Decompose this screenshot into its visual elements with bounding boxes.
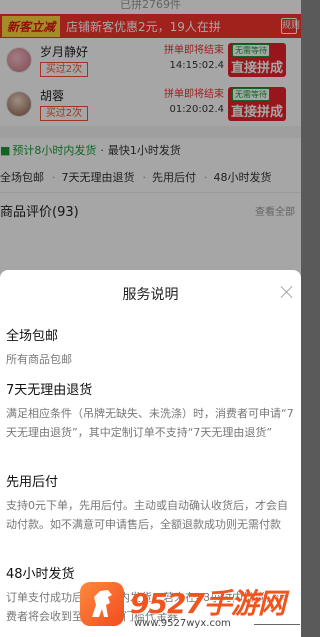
watermark-url: www.9527wyx.com [134,618,231,629]
service-item: 全场包邮 所有商品包邮 [6,328,295,369]
service-item: 7天无理由退货 满足相应条件（吊牌无缺失、未洗涤）时，消费者可申请“7天无理由退… [6,382,295,442]
service-title: 7天无理由退货 [6,383,93,398]
modal-overlay[interactable] [0,0,301,280]
service-title: 全场包邮 [6,329,59,344]
horse-logo-icon [80,582,124,626]
watermark-brand: 9527手游网 [130,587,286,620]
service-item: 先用后付 支持0元下单，先用后付。主动或自动确认收货后，才会自动付款。如不满意可… [6,474,295,534]
close-icon[interactable] [279,284,295,300]
sheet-title: 服务说明 [122,287,179,303]
service-description: 所有商品包邮 [6,353,72,366]
site-watermark: 9527手游网 www.9527wyx.com [80,580,301,637]
divider [254,624,300,625]
service-description: 满足相应条件（吊牌无缺失、未洗涤）时，消费者可申请“7天无理由退货”，其中定制订… [6,407,294,439]
service-description: 支持0元下单，先用后付。主动或自动确认收货后，才会自动付款。如不满意可申请售后，… [6,499,288,531]
service-title: 先用后付 [6,475,59,490]
